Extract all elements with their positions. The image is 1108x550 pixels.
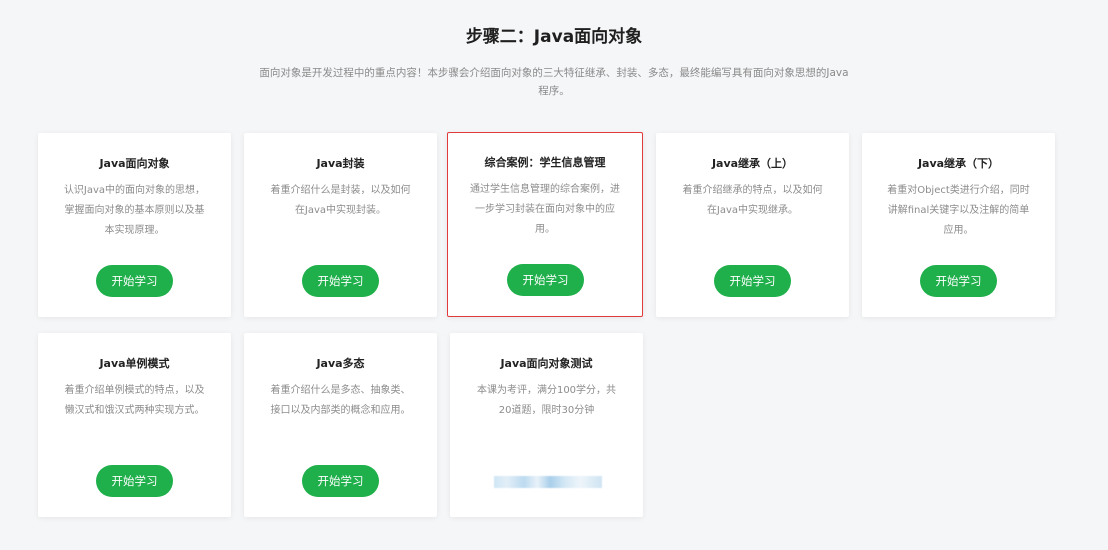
start-learning-button[interactable]: 开始学习 bbox=[96, 465, 173, 497]
card-title: Java面向对象 bbox=[99, 157, 170, 170]
start-learning-button[interactable]: 开始学习 bbox=[920, 265, 997, 297]
course-card-polymorphism: Java多态 着重介绍什么是多态、抽象类、接口以及内部类的概念和应用。 开始学习 bbox=[244, 333, 437, 517]
card-title: Java面向对象测试 bbox=[500, 357, 593, 370]
card-description: 通过学生信息管理的综合案例，进一步学习封装在面向对象中的应用。 bbox=[470, 184, 620, 235]
blurred-action-placeholder bbox=[494, 476, 602, 488]
start-learning-button[interactable]: 开始学习 bbox=[96, 265, 173, 297]
card-description: 认识Java中的面向对象的思想，掌握面向对象的基本原则以及基本实现原理。 bbox=[63, 185, 206, 236]
course-card-oop-test: Java面向对象测试 本课为考评，满分100学分，共20道题，限时30分钟 bbox=[450, 333, 643, 517]
course-card-student-management: 综合案例：学生信息管理 通过学生信息管理的综合案例，进一步学习封装在面向对象中的… bbox=[447, 132, 643, 317]
start-learning-button[interactable]: 开始学习 bbox=[507, 264, 584, 296]
page-title: 步骤二：Java面向对象 bbox=[465, 27, 643, 47]
card-description: 着重对Object类进行介绍，同时讲解final关键字以及注解的简单应用。 bbox=[887, 185, 1030, 236]
course-card-encapsulation: Java封装 着重介绍什么是封装，以及如何在Java中实现封装。 开始学习 bbox=[244, 133, 437, 317]
course-card-inheritance-1: Java继承（上） 着重介绍继承的特点，以及如何在Java中实现继承。 开始学习 bbox=[656, 133, 849, 317]
start-learning-button[interactable]: 开始学习 bbox=[714, 265, 791, 297]
course-card-oop: Java面向对象 认识Java中的面向对象的思想，掌握面向对象的基本原则以及基本… bbox=[38, 133, 231, 317]
card-description: 着重介绍继承的特点，以及如何在Java中实现继承。 bbox=[682, 185, 823, 216]
card-description: 本课为考评，满分100学分，共20道题，限时30分钟 bbox=[476, 385, 617, 416]
course-card-singleton: Java单例模式 着重介绍单例模式的特点，以及懒汉式和饿汉式两种实现方式。 开始… bbox=[38, 333, 231, 517]
card-title: Java多态 bbox=[316, 357, 365, 370]
card-title: Java继承（上） bbox=[711, 157, 794, 170]
card-title: Java继承（下） bbox=[917, 157, 1000, 170]
start-learning-button[interactable]: 开始学习 bbox=[302, 265, 379, 297]
card-title: Java封装 bbox=[316, 157, 365, 170]
start-learning-button[interactable]: 开始学习 bbox=[302, 465, 379, 497]
card-title: 综合案例：学生信息管理 bbox=[484, 156, 606, 169]
page-description: 面向对象是开发过程中的重点内容！本步骤会介绍面向对象的三大特征继承、封装、多态，… bbox=[259, 67, 849, 97]
card-title: Java单例模式 bbox=[99, 357, 170, 370]
course-card-inheritance-2: Java继承（下） 着重对Object类进行介绍，同时讲解final关键字以及注… bbox=[862, 133, 1055, 317]
card-description: 着重介绍单例模式的特点，以及懒汉式和饿汉式两种实现方式。 bbox=[64, 385, 205, 416]
card-description: 着重介绍什么是封装，以及如何在Java中实现封装。 bbox=[270, 185, 411, 216]
card-description: 着重介绍什么是多态、抽象类、接口以及内部类的概念和应用。 bbox=[270, 385, 411, 416]
